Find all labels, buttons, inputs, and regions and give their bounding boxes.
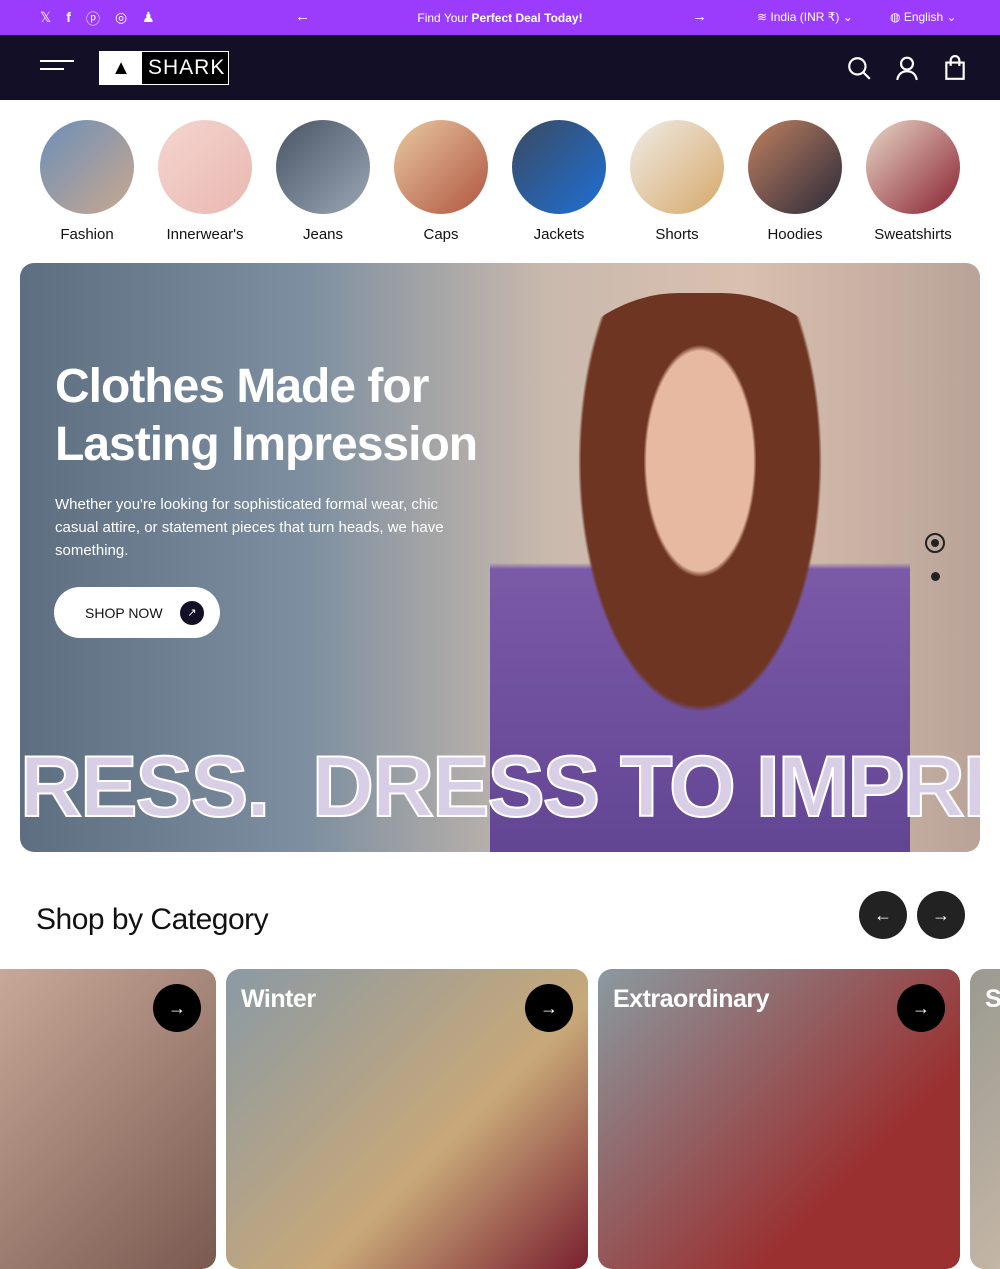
category-item[interactable]: Fashion [28,120,146,243]
arrow-right-icon: → [168,997,186,1018]
currency-label: India (INR ₹) [770,10,840,24]
category-card[interactable]: Extraordinary → [598,969,960,1269]
menu-icon[interactable] [40,60,74,76]
hero-marquee: RESS. DRESS TO IMPRE [20,738,980,836]
category-image [276,120,370,214]
category-image [512,120,606,214]
hero-title-line2: Lasting Impression [55,418,478,471]
category-item[interactable]: Sweatshirts [854,120,972,243]
category-image [40,120,134,214]
category-label: Innerwear's [166,226,244,243]
chevron-down-icon: ⌄ [842,10,853,24]
language-label: English [903,10,944,24]
section-title: Shop by Category [36,903,269,936]
currency-selector[interactable]: ≋ India (INR ₹) ⌄ [757,10,853,24]
category-item[interactable]: Hoodies [736,120,854,243]
category-card-title: Extraordinary [613,985,770,1013]
logo-text: SHARK [148,56,226,79]
category-item[interactable]: Jackets [500,120,618,243]
logo[interactable]: ▲ SHARK [99,51,229,85]
category-item[interactable]: Jeans [264,120,382,243]
category-label: Hoodies [767,226,823,243]
arrow-right-icon: → [540,997,558,1018]
language-selector[interactable]: ◍ English ⌄ [890,10,957,24]
coins-icon: ≋ [757,10,771,24]
hero-description: Whether you're looking for sophisticated… [55,496,444,559]
category-card-arrow-button[interactable]: → [153,984,201,1032]
category-image [866,120,960,214]
category-image [630,120,724,214]
next-promo-arrow-icon[interactable]: → [692,8,707,25]
slide-dot[interactable] [931,572,940,581]
hero-title-line1: Clothes Made for [55,360,429,413]
category-label: Sweatshirts [874,226,952,243]
category-label: Caps [423,226,459,243]
shop-now-label: SHOP NOW [85,604,163,621]
category-label: Jeans [302,226,344,243]
shopping-bag-icon[interactable] [942,55,968,81]
promo-prefix: Find Your [417,11,472,25]
arrow-right-icon: → [912,997,930,1018]
next-category-button[interactable]: → [917,891,965,939]
category-card[interactable]: Winter → [226,969,588,1269]
category-label: Jackets [533,226,585,243]
category-card-title: Winter [241,985,316,1013]
search-icon[interactable] [846,55,872,81]
category-item[interactable]: Shorts [618,120,736,243]
category-image [394,120,488,214]
slide-dot-active[interactable] [925,533,945,553]
category-item[interactable]: Caps [382,120,500,243]
category-image [158,120,252,214]
globe-icon: ◍ [890,10,904,24]
announcement-bar: 𝕏 f ⓟ ◎ ♟ ← Find Your Perfect Deal Today… [0,0,1000,35]
chevron-down-icon: ⌄ [946,10,957,24]
arrow-left-icon: ← [874,904,892,925]
main-header: ▲ SHARK [0,35,1000,100]
shark-fin-icon: ▲ [100,52,142,84]
category-label: Shorts [655,226,699,243]
promo-bold: Perfect Deal Today! [471,11,583,25]
category-card-title: S [985,985,1000,1013]
category-card[interactable]: → [0,969,216,1269]
category-card[interactable]: S [970,969,1000,1269]
category-card-arrow-button[interactable]: → [897,984,945,1032]
hero-title: Clothes Made for Lasting Impression [55,358,478,474]
category-card-arrow-button[interactable]: → [525,984,573,1032]
arrow-up-right-icon: ↗ [180,600,204,625]
category-label: Fashion [60,226,114,243]
shop-now-button[interactable]: SHOP NOW ↗ [54,587,220,638]
hero-banner: Clothes Made for Lasting Impression Wheth… [20,263,980,852]
arrow-right-icon: → [932,904,950,925]
category-image [748,120,842,214]
category-item[interactable]: Innerwear's [146,120,264,243]
prev-category-button[interactable]: ← [859,891,907,939]
user-icon[interactable] [894,55,920,81]
